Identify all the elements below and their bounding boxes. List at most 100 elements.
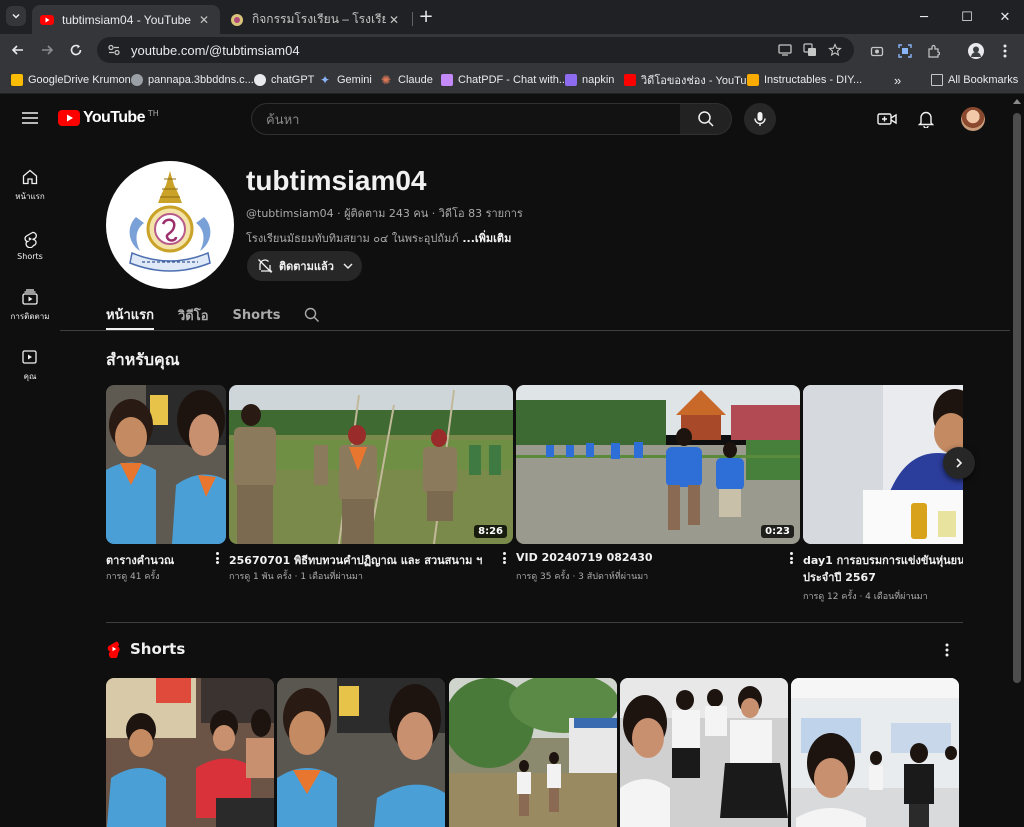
video-thumbnail[interactable]: 8:26: [229, 385, 513, 544]
scrollbar-thumb[interactable]: [1013, 113, 1021, 683]
guide-item-subscriptions[interactable]: การติดตาม: [0, 275, 60, 335]
translate-icon[interactable]: [802, 42, 818, 58]
napkin-icon: [565, 74, 577, 86]
video-menu-button[interactable]: [212, 551, 222, 565]
school-emblem-favicon-icon: [231, 13, 243, 26]
video-title[interactable]: VID 20240719 082430: [516, 551, 653, 564]
browser-tab-youtube[interactable]: tubtimsiam04 - YouTube ✕: [32, 5, 220, 34]
video-menu-button[interactable]: [499, 551, 509, 565]
chevron-down-icon: [343, 263, 353, 269]
scroll-up-arrow-icon[interactable]: [1013, 99, 1021, 104]
short-thumbnail[interactable]: [791, 678, 959, 827]
tab-title: กิจกรรมโรงเรียน – โรงเรียนมัธยมทับทิมสยา…: [252, 12, 386, 26]
minimize-button[interactable]: ─: [909, 7, 939, 27]
chevron-down-icon: [12, 13, 20, 19]
maximize-button[interactable]: ☐: [952, 7, 982, 27]
shorts-menu-icon[interactable]: [942, 643, 952, 657]
guide-item-shorts[interactable]: Shorts: [0, 215, 60, 275]
search-input[interactable]: ค้นหา: [251, 103, 681, 135]
chevron-right-icon: [956, 458, 963, 468]
tab-search-button[interactable]: [6, 6, 26, 26]
you-icon: [22, 349, 37, 364]
tab-shorts[interactable]: Shorts: [233, 300, 281, 330]
tab-videos[interactable]: วิดีโอ: [178, 300, 209, 330]
bookmark-napkin[interactable]: napkin: [565, 72, 614, 88]
close-window-button[interactable]: ✕: [990, 7, 1020, 27]
tab-home[interactable]: หน้าแรก: [106, 300, 154, 330]
bookmark-star-icon[interactable]: [827, 42, 843, 58]
video-title[interactable]: 25670701 พิธีทบทวนคำปฏิญาณ และ สวนสนาม ฯ: [229, 551, 482, 569]
bookmark-youtube-studio[interactable]: วิดีโอของช่อง - YouTu...: [624, 72, 756, 88]
video-title[interactable]: day1 การอบรมการแข่งขันหุ่นยนต์ ส: [803, 551, 963, 569]
more-link[interactable]: ...เพิ่มเติม: [459, 232, 511, 245]
bookmark-pannapa[interactable]: pannapa.3bbddns.c...: [131, 72, 254, 88]
notifications-button[interactable]: [916, 109, 936, 129]
search-button[interactable]: [680, 103, 732, 135]
logo-text: YouTube: [83, 109, 145, 126]
lens-capture-icon[interactable]: [896, 42, 914, 60]
channel-tabs: หน้าแรก วิดีโอ Shorts: [106, 300, 320, 330]
channel-avatar[interactable]: [106, 161, 234, 289]
bookmark-label: ChatPDF - Chat with...: [458, 74, 569, 86]
video-card[interactable]: 8:26 25670701 พิธีทบทวนคำปฏิญาณ และ สวนส…: [229, 385, 513, 582]
video-card[interactable]: ตารางคำนวณ การดู 41 ครั้ง: [106, 385, 226, 582]
create-video-icon: [877, 113, 897, 125]
channel-search-icon[interactable]: [304, 307, 320, 323]
video-duration: 0:23: [761, 525, 794, 538]
new-tab-button[interactable]: +: [417, 6, 435, 27]
install-app-icon[interactable]: [777, 42, 793, 58]
reload-button[interactable]: [66, 40, 86, 60]
site-info-icon[interactable]: [107, 43, 121, 57]
subscribed-button[interactable]: ติดตามแล้ว: [247, 251, 362, 281]
video-card[interactable]: day1 การอบรมการแข่งขันหุ่นยนต์ ส ประจำปี…: [803, 385, 963, 602]
profile-avatar-icon[interactable]: [967, 42, 985, 60]
extensions-icon[interactable]: [925, 42, 943, 60]
bookmark-chatpdf[interactable]: ChatPDF - Chat with...: [441, 72, 568, 88]
back-button[interactable]: [8, 40, 28, 60]
shelf-next-button[interactable]: [943, 447, 975, 479]
youtube-page: YouTube TH ค้นหา หน้าแรก Shorts การติดตา…: [0, 95, 1024, 827]
video-thumbnail[interactable]: 0:23: [516, 385, 800, 544]
video-meta: การดู 12 ครั้ง · 4 เดือนที่ผ่านมา: [803, 592, 928, 602]
close-icon[interactable]: ✕: [386, 12, 402, 28]
video-menu-button[interactable]: [786, 551, 796, 565]
guide-item-home[interactable]: หน้าแรก: [0, 155, 60, 215]
youtube-logo[interactable]: YouTube TH: [58, 109, 159, 127]
short-thumbnail[interactable]: [449, 678, 617, 827]
close-icon[interactable]: ✕: [196, 12, 212, 28]
voice-search-button[interactable]: [744, 103, 776, 135]
for-you-shelf: ตารางคำนวณ การดู 41 ครั้ง 8:26 25670701 …: [106, 385, 963, 615]
chatpdf-icon: [441, 74, 453, 86]
channel-name: tubtimsiam04: [246, 165, 427, 196]
address-bar[interactable]: youtube.com/@tubtimsiam04: [97, 37, 854, 63]
bookmark-chatgpt[interactable]: chatGPT: [254, 72, 314, 88]
browser-menu-icon[interactable]: [996, 42, 1014, 60]
bookmark-instructables[interactable]: Instructables - DIY...: [747, 72, 862, 88]
search-placeholder: ค้นหา: [266, 112, 300, 128]
bookmark-claude[interactable]: ✺ Claude: [381, 72, 433, 88]
browser-tab-school[interactable]: กิจกรรมโรงเรียน – โรงเรียนมัธยมทับทิมสยา…: [222, 5, 410, 34]
bookmark-gemini[interactable]: ✦ Gemini: [320, 72, 372, 88]
bookmark-googledrive[interactable]: GoogleDrive Krumon: [11, 72, 131, 88]
for-you-title: สำหรับคุณ: [106, 350, 180, 369]
all-bookmarks-button[interactable]: All Bookmarks: [931, 72, 1018, 88]
video-thumbnail[interactable]: [803, 385, 963, 544]
short-thumbnail[interactable]: [277, 678, 445, 827]
video-thumbnail[interactable]: [106, 385, 226, 544]
screenshot-icon[interactable]: [868, 42, 886, 60]
account-avatar[interactable]: [961, 107, 985, 131]
more-bookmarks-button[interactable]: »: [894, 72, 901, 88]
forward-button[interactable]: [37, 40, 57, 60]
video-title[interactable]: ตารางคำนวณ: [106, 551, 174, 569]
short-thumbnail[interactable]: [620, 678, 788, 827]
video-title-line2[interactable]: ประจำปี 2567: [803, 568, 876, 586]
microphone-icon: [754, 112, 766, 126]
video-card[interactable]: 0:23 VID 20240719 082430 การดู 35 ครั้ง …: [516, 385, 800, 582]
guide-item-you[interactable]: คุณ: [0, 335, 60, 395]
create-button[interactable]: [877, 109, 897, 129]
hamburger-menu-icon[interactable]: [20, 110, 40, 126]
arrow-left-icon: [11, 45, 23, 55]
bookmark-label: napkin: [582, 74, 615, 86]
short-thumbnail[interactable]: [106, 678, 274, 827]
channel-description[interactable]: โรงเรียนมัธยมทับทิมสยาม ๐๔ ในพระอุปถัมภ์…: [246, 229, 511, 247]
